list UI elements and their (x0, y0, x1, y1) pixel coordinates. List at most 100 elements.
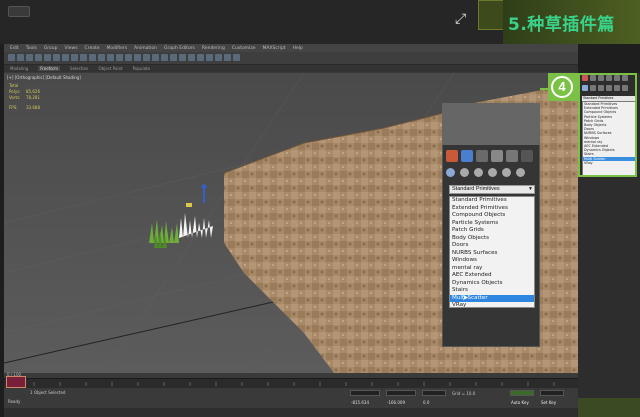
toolbar-button[interactable] (116, 54, 123, 61)
spacewarps-icon[interactable] (516, 168, 525, 177)
tab-populate[interactable]: Populate (133, 66, 150, 71)
toolbar-button[interactable] (224, 54, 231, 61)
selection-status: 1 Object Selected (30, 390, 66, 395)
toolbar-button[interactable] (125, 54, 132, 61)
toolbar-button[interactable] (89, 54, 96, 61)
create-tab-icon[interactable] (446, 150, 458, 162)
cameras-icon[interactable] (488, 168, 497, 177)
zoomed-object-type-dropdown[interactable]: Standard Primitives (449, 185, 535, 194)
bottom-right-preview (578, 398, 640, 417)
toolbar-button[interactable] (152, 54, 159, 61)
zoomed-panel-header (442, 103, 540, 145)
toolbar-button[interactable] (179, 54, 186, 61)
stats-verts-label: Verts: (9, 95, 21, 100)
motion-tab-icon[interactable] (491, 150, 503, 162)
menu-item-customize[interactable]: Customize (232, 46, 256, 51)
toolbar-button[interactable] (62, 54, 69, 61)
status-bar (4, 388, 578, 408)
x-value: -815.634 (351, 400, 369, 405)
stats-fps-value: 33.688 (26, 105, 40, 110)
zoomed-panel-tabs (446, 150, 538, 162)
toolbar-button[interactable] (170, 54, 177, 61)
modify-tab-icon[interactable] (461, 150, 473, 162)
list-item[interactable]: Body Objects (450, 235, 534, 243)
hierarchy-tab-icon[interactable] (476, 150, 488, 162)
toolbar-button[interactable] (233, 54, 240, 61)
toolbar-button[interactable] (98, 54, 105, 61)
menu-item-graph-editors[interactable]: Graph Editors (164, 46, 195, 51)
menu-item-modifiers[interactable]: Modifiers (107, 46, 128, 51)
toolbar-button[interactable] (44, 54, 51, 61)
shapes-icon[interactable] (460, 168, 469, 177)
list-item[interactable]: NURBS Surfaces (450, 250, 534, 258)
toolbar-button[interactable] (8, 54, 15, 61)
set-key-label: Set Key (541, 400, 557, 405)
menu-item-create[interactable]: Create (85, 46, 100, 51)
geometry-icon[interactable] (446, 168, 455, 177)
z-coordinate-field[interactable]: 0.0 (422, 390, 446, 405)
toolbar-button[interactable] (188, 54, 195, 61)
menu-item-edit[interactable]: Edit (10, 46, 19, 51)
y-value: -166.009 (387, 400, 405, 405)
helpers-icon[interactable] (502, 168, 511, 177)
list-item[interactable]: Standard Primitives (450, 197, 534, 205)
main-toolbar (4, 52, 578, 65)
menu-item-group[interactable]: Group (44, 46, 58, 51)
display-tab-icon[interactable] (506, 150, 518, 162)
menu-item-help[interactable]: Help (293, 46, 303, 51)
toolbar-button[interactable] (134, 54, 141, 61)
list-item[interactable]: Particle Systems (450, 220, 534, 228)
list-item[interactable]: Compound Objects (450, 212, 534, 220)
toolbar-button[interactable] (53, 54, 60, 61)
z-value: 0.0 (423, 400, 430, 405)
tab-selection[interactable]: Selection (70, 66, 88, 71)
list-item[interactable]: Patch Grids (450, 227, 534, 235)
list-item[interactable]: Doors (450, 242, 534, 250)
stats-total-label: Total (9, 83, 19, 88)
toolbar-button[interactable] (206, 54, 213, 61)
toolbar-button[interactable] (197, 54, 204, 61)
toolbar-button[interactable] (161, 54, 168, 61)
list-item[interactable]: AEC Extended (450, 272, 534, 280)
tab-freeform[interactable]: Freeform (38, 66, 61, 71)
tab-modeling[interactable]: Modeling (10, 66, 28, 71)
utilities-tab-icon[interactable] (521, 150, 533, 162)
preview-thumbnail[interactable] (478, 0, 504, 30)
list-item[interactable]: VRay (450, 302, 534, 310)
toolbar-button[interactable] (143, 54, 150, 61)
menu-item-rendering[interactable]: Rendering (202, 46, 225, 51)
prompt-line: Ready (8, 399, 21, 404)
set-key-button[interactable]: Set Key (540, 390, 564, 405)
toolbar-button[interactable] (26, 54, 33, 61)
grid-size-label: Grid = 10.0 (452, 391, 476, 396)
fullscreen-icon[interactable]: ⤢ (455, 11, 469, 25)
menu-item-animation[interactable]: Animation (134, 46, 157, 51)
list-item[interactable]: Extended Primitives (450, 205, 534, 213)
list-item[interactable]: mental ray (450, 265, 534, 273)
list-item[interactable]: Dynamics Objects (450, 280, 534, 288)
auto-key-button[interactable]: Auto Key (510, 390, 534, 405)
menu-item-views[interactable]: Views (65, 46, 78, 51)
stats-polys-value: 85,626 (26, 89, 40, 94)
tab-object-paint[interactable]: Object Paint (98, 66, 122, 71)
toolbar-button[interactable] (71, 54, 78, 61)
player-control-button[interactable] (8, 6, 30, 17)
y-coordinate-field[interactable]: -166.009 (386, 390, 416, 405)
dropdown-arrow-icon[interactable]: ▼ (528, 186, 533, 192)
step-number-badge: 4 (551, 76, 573, 98)
toolbar-button[interactable] (80, 54, 87, 61)
list-item[interactable]: Windows (450, 257, 534, 265)
lights-icon[interactable] (474, 168, 483, 177)
viewport-label[interactable]: [+] [Orthographic] [Default Shading] (7, 75, 81, 80)
highlight-frame (578, 73, 637, 177)
menu-item-tools[interactable]: Tools (26, 46, 37, 51)
toolbar-button[interactable] (215, 54, 222, 61)
toolbar-button[interactable] (17, 54, 24, 61)
brand-title: 5.种草插件篇 (508, 15, 615, 35)
toolbar-button[interactable] (107, 54, 114, 61)
menu-item-maxscript[interactable]: MAXScript (263, 46, 286, 51)
auto-key-label: Auto Key (511, 400, 529, 405)
x-coordinate-field[interactable]: -815.634 (350, 390, 380, 405)
toolbar-button[interactable] (35, 54, 42, 61)
stats-verts-value: 78,281 (26, 95, 40, 100)
